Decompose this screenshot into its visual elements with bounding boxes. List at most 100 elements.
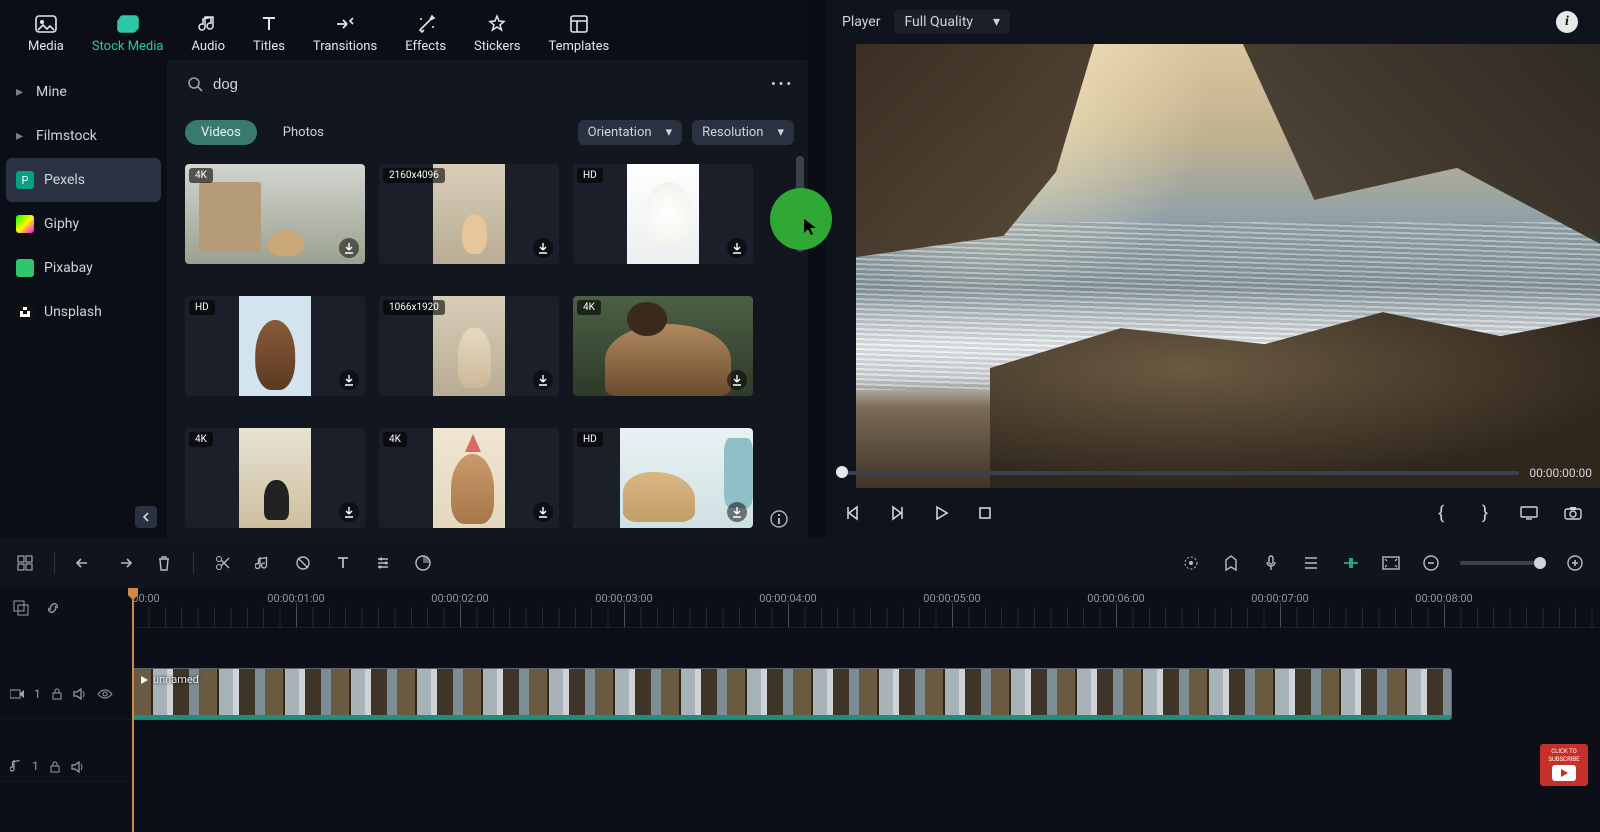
ruler-label: 00:00:08:00: [1415, 592, 1472, 605]
source-pixabay[interactable]: Pixabay: [0, 246, 167, 290]
ruler-label: 00:00:02:00: [431, 592, 488, 605]
stock-thumbnail[interactable]: 2160x4096: [379, 164, 559, 264]
youtube-subscribe-overlay[interactable]: CLICK TO SUBSCRIBE: [1540, 744, 1588, 786]
render-button[interactable]: [1340, 552, 1362, 574]
download-icon[interactable]: [533, 502, 553, 522]
type-tab-videos[interactable]: Videos: [185, 120, 257, 145]
time-ruler[interactable]: 00:00 00:00:01:00 00:00:02:00 00:00:03:0…: [132, 588, 1600, 628]
stock-thumbnail[interactable]: 4K: [185, 164, 365, 264]
lock-icon[interactable]: [51, 688, 63, 700]
library-panel: Media Stock Media Audio: [0, 0, 808, 538]
mark-in-button[interactable]: {: [1430, 502, 1452, 524]
source-label: Mine: [36, 84, 67, 100]
video-preview[interactable]: [856, 44, 1600, 488]
playhead[interactable]: [132, 588, 134, 832]
text-button[interactable]: [332, 552, 354, 574]
step-back-button[interactable]: [842, 502, 864, 524]
mark-out-button[interactable]: }: [1474, 502, 1496, 524]
info-button[interactable]: i: [1556, 11, 1578, 33]
source-filmstock[interactable]: ▸ Filmstock: [0, 114, 167, 158]
play-button[interactable]: [930, 502, 952, 524]
download-icon[interactable]: [533, 238, 553, 258]
ruler-label: 00:00:03:00: [595, 592, 652, 605]
pixabay-icon: [16, 259, 34, 277]
adjust-button[interactable]: [372, 552, 394, 574]
color-button[interactable]: [412, 552, 434, 574]
tab-media[interactable]: Media: [28, 13, 64, 60]
lock-icon[interactable]: [49, 761, 61, 773]
step-forward-button[interactable]: [886, 502, 908, 524]
stock-thumbnail[interactable]: 4K: [185, 428, 365, 528]
type-tab-photos[interactable]: Photos: [267, 120, 340, 145]
stock-thumbnail[interactable]: HD: [573, 428, 753, 528]
snapshot-button[interactable]: [1562, 502, 1584, 524]
ruler-label: 00:00:05:00: [923, 592, 980, 605]
display-settings-button[interactable]: [1518, 502, 1540, 524]
stock-thumbnail[interactable]: HD: [573, 164, 753, 264]
marker-button[interactable]: [1220, 552, 1242, 574]
tab-stock-media[interactable]: Stock Media: [92, 13, 164, 60]
orientation-dropdown[interactable]: Orientation ▾: [578, 120, 682, 145]
crop-button[interactable]: [292, 552, 314, 574]
video-track-header[interactable]: 1: [0, 668, 132, 720]
download-icon[interactable]: [533, 370, 553, 390]
search-input[interactable]: [213, 76, 761, 93]
track-add-button[interactable]: [10, 597, 32, 619]
audio-track-header[interactable]: 1: [0, 720, 132, 782]
video-clip[interactable]: unnamed: [132, 668, 1452, 720]
mute-icon[interactable]: [71, 761, 85, 773]
scrub-head[interactable]: [836, 466, 848, 478]
source-pexels[interactable]: P Pexels: [6, 158, 161, 202]
keyframe-button[interactable]: [1180, 552, 1202, 574]
attribution-info-button[interactable]: [770, 510, 788, 528]
audio-edit-button[interactable]: [252, 552, 274, 574]
delete-button[interactable]: [153, 552, 175, 574]
visibility-icon[interactable]: [97, 689, 113, 699]
playback-quality-dropdown[interactable]: Full Quality ▾: [894, 10, 1010, 34]
link-button[interactable]: [42, 597, 64, 619]
download-icon[interactable]: [727, 370, 747, 390]
source-giphy[interactable]: Giphy: [0, 202, 167, 246]
collapse-sidebar-button[interactable]: [135, 506, 157, 528]
tab-stickers[interactable]: Stickers: [474, 13, 520, 60]
tab-titles[interactable]: Titles: [253, 13, 285, 60]
player-transport: { }: [826, 488, 1600, 538]
redo-button[interactable]: [113, 552, 135, 574]
stock-filter-bar: Videos Photos Orientation ▾ Resolution ▾: [167, 108, 808, 156]
tab-templates[interactable]: Templates: [548, 13, 609, 60]
stock-thumbnail[interactable]: 4K: [573, 296, 753, 396]
zoom-in-button[interactable]: [1564, 552, 1586, 574]
voiceover-button[interactable]: [1260, 552, 1282, 574]
stock-thumbnail[interactable]: 4K: [379, 428, 559, 528]
more-options-button[interactable]: •••: [771, 77, 794, 92]
download-icon[interactable]: [727, 238, 747, 258]
overlay-text: CLICK TO: [1551, 749, 1576, 755]
stop-button[interactable]: [974, 502, 996, 524]
zoom-slider[interactable]: [1460, 561, 1546, 565]
undo-button[interactable]: [73, 552, 95, 574]
mute-icon[interactable]: [73, 688, 87, 700]
mixer-button[interactable]: [1300, 552, 1322, 574]
source-mine[interactable]: ▸ Mine: [0, 70, 167, 114]
tab-label: Effects: [405, 39, 446, 54]
tab-audio[interactable]: Audio: [192, 13, 225, 60]
zoom-out-button[interactable]: [1420, 552, 1442, 574]
download-icon[interactable]: [339, 370, 359, 390]
download-icon[interactable]: [339, 502, 359, 522]
layout-button[interactable]: [14, 552, 36, 574]
tab-effects[interactable]: Effects: [405, 13, 446, 60]
source-unsplash[interactable]: Unsplash: [0, 290, 167, 334]
player-header: Player Full Quality ▾ i: [826, 0, 1600, 44]
stock-thumbnail[interactable]: HD: [185, 296, 365, 396]
stock-thumbnail[interactable]: 1066x1920: [379, 296, 559, 396]
split-button[interactable]: [212, 552, 234, 574]
resolution-dropdown[interactable]: Resolution ▾: [692, 120, 794, 145]
fit-button[interactable]: [1380, 552, 1402, 574]
timeline-tracks[interactable]: unnamed CLICK TO SUBSCRIBE: [132, 628, 1600, 832]
tab-transitions[interactable]: Transitions: [313, 13, 377, 60]
resolution-badge: HD: [577, 432, 603, 447]
download-icon[interactable]: [727, 502, 747, 522]
download-icon[interactable]: [339, 238, 359, 258]
scrub-track[interactable]: [836, 471, 1519, 475]
timeline-panel: 00:00 00:00:01:00 00:00:02:00 00:00:03:0…: [0, 588, 1600, 832]
